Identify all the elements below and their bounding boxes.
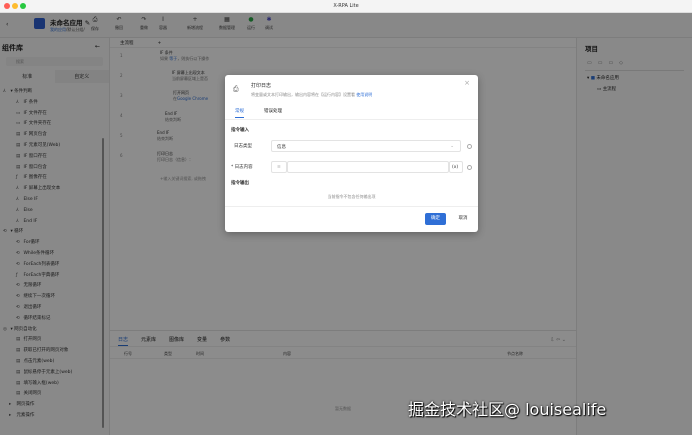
cancel-button[interactable]: 取消: [453, 213, 473, 225]
close-icon[interactable]: ×: [464, 79, 470, 87]
log-content-label: * 日志内容: [231, 165, 253, 170]
chevron-down-icon: ⌄: [450, 144, 454, 149]
window-title: X-RPA Lite: [333, 3, 359, 9]
printer-icon: ⎙: [233, 85, 239, 93]
dialog-description: 将变量或文本打印输出，输出内容将在【运行内容】设置看 使用说明: [251, 92, 373, 97]
help-link[interactable]: 使用说明: [356, 92, 372, 97]
input-section-title: 指令输入: [231, 128, 249, 133]
log-type-select[interactable]: 信息 ⌄: [271, 140, 461, 152]
confirm-button[interactable]: 确定: [425, 213, 446, 225]
watermark: 掘金技术社区@ louisealife: [408, 400, 607, 419]
output-section-title: 指令输出: [231, 181, 249, 186]
log-type-label: 日志类型: [234, 144, 252, 149]
no-output-text: 当前指令不包含任何输出项: [327, 194, 376, 199]
help-icon[interactable]: [467, 144, 472, 149]
help-icon[interactable]: [467, 165, 472, 170]
tab-general[interactable]: 常规: [235, 108, 244, 118]
tab-error-handling[interactable]: 错误处理: [264, 108, 282, 118]
print-log-dialog: ⎙ 打印日志 将变量或文本打印输出，输出内容将在【运行内容】设置看 使用说明 ×…: [225, 75, 478, 232]
content-mode-icon[interactable]: ≡: [271, 161, 287, 173]
log-content-input[interactable]: [287, 161, 449, 173]
title-bar: X-RPA Lite: [0, 0, 692, 13]
variable-insert-button[interactable]: (x): [449, 161, 463, 173]
dialog-title: 打印日志: [251, 83, 272, 89]
